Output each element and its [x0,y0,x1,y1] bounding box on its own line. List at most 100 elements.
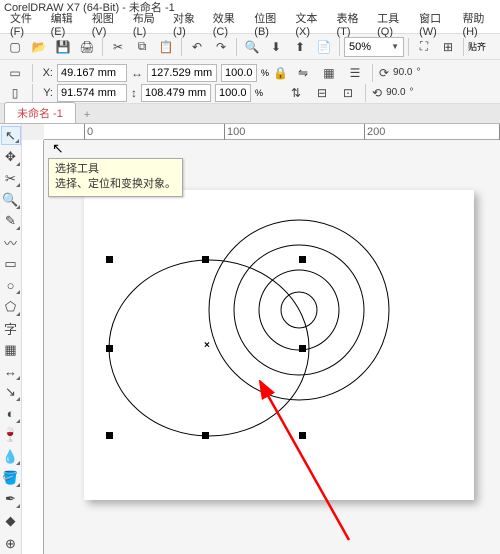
eyedropper-tool[interactable]: 💧 [1,447,21,466]
menu-tools[interactable]: 工具(Q) [371,8,411,40]
page-orientation2[interactable]: ▯ [4,82,26,104]
separator [236,38,237,56]
rotation-1: 90.0 [393,67,412,78]
ruler-tick: 100 [224,124,245,140]
expand-tool[interactable]: ⊕ [1,534,21,553]
fullscreen-button[interactable]: ⛶ [413,36,435,58]
cursor-icon: ↖ [52,140,64,157]
cut-button[interactable]: ✂ [107,36,129,58]
ruler-tick: 200 [364,124,385,140]
selection-handle[interactable] [202,256,209,263]
canvas[interactable]: ↖ 选择工具 选择、定位和变换对象。 × [44,140,500,554]
selection-handle[interactable] [202,432,209,439]
import-button[interactable]: ⬇ [265,36,287,58]
selection-handle[interactable] [299,432,306,439]
import-icon: ⬇ [271,40,281,54]
selection-handle[interactable] [299,345,306,352]
smartfill-tool[interactable]: ◆ [1,511,21,530]
shape-tool[interactable]: ✥ [1,147,21,166]
selection-handle[interactable] [106,256,113,263]
outline-tool[interactable]: ✒ [1,490,21,509]
separator [32,84,33,102]
fullscreen-icon: ⛶ [420,39,428,54]
transparency-tool[interactable]: 🍷 [1,426,21,445]
mirror-h-button[interactable]: ⇋ [292,62,314,84]
publish-button[interactable]: 📄 [313,36,335,58]
text-tool[interactable]: 字 [1,319,21,338]
x-position[interactable]: 49.167 mm [57,64,127,82]
group-button[interactable]: ⊡ [337,82,359,104]
save-button[interactable]: 💾 [52,36,74,58]
menu-help[interactable]: 帮助(H) [456,8,496,40]
export-icon: ⬆ [295,40,305,54]
vertical-ruler[interactable] [22,140,44,554]
publish-icon: 📄 [317,40,332,54]
order-button[interactable]: ☰ [344,62,366,84]
polygon-tool[interactable]: ⬠ [1,297,21,316]
y-position[interactable]: 91.574 mm [57,84,127,102]
width-icon: ↔ [131,66,143,80]
rectangle-tool[interactable]: ▭ [1,254,21,273]
paste-button[interactable]: 📋 [155,36,177,58]
tooltip-title: 选择工具 [55,162,176,177]
search-button[interactable]: 🔍 [241,36,263,58]
page-orientation[interactable]: ▭ [4,62,26,84]
grid-button[interactable]: ⊞ [437,36,459,58]
connector-tool[interactable]: ↘ [1,383,21,402]
selection-center[interactable]: × [204,340,210,351]
table-tool[interactable]: ▦ [1,340,21,359]
page[interactable]: × [84,190,474,500]
paste-icon: 📋 [159,40,174,54]
mirror-v-button[interactable]: ⇅ [285,82,307,104]
open-button[interactable]: 📂 [28,36,50,58]
y-label: Y: [39,87,53,99]
tooltip-desc: 选择、定位和变换对象。 [55,177,176,192]
artistic-tool[interactable]: 〰 [1,233,21,252]
height-input[interactable]: 108.479 mm [141,84,211,102]
zoom-tool[interactable]: 🔍 [1,190,21,209]
separator [339,38,340,56]
width-input[interactable]: 127.529 mm [147,64,217,82]
pick-tool[interactable]: ↖ [1,126,21,145]
crop-tool[interactable]: ✂ [1,169,21,188]
zoom-level[interactable]: 50%▼ [344,37,404,57]
undo-button[interactable]: ↶ [186,36,208,58]
search-icon: 🔍 [245,40,260,54]
orientation2-icon: ▯ [12,86,19,100]
separator [181,38,182,56]
separator [32,64,33,82]
dimension-tool[interactable]: ↔ [1,361,21,380]
lock-icon[interactable]: 🔒 [273,66,288,80]
copy-button[interactable]: ⧉ [131,36,153,58]
pct-unit2: % [255,88,263,98]
fill-tool[interactable]: 🪣 [1,468,21,487]
tab-document[interactable]: 未命名 -1 [4,102,76,123]
export-button[interactable]: ⬆ [289,36,311,58]
zoom-value: 50% [349,41,371,53]
print-button[interactable]: 🖨 [76,36,98,58]
scale-y[interactable]: 100.0 [215,84,251,102]
effects-tool[interactable]: ◐ [1,404,21,423]
selection-handle[interactable] [106,432,113,439]
selection-handle[interactable] [106,345,113,352]
cut-icon: ✂ [113,40,123,54]
document-tabs: 未命名 -1 + [0,104,500,124]
scale-x[interactable]: 100.0 [221,64,257,82]
snap-label[interactable]: 贴齐 [468,40,486,53]
selection-handle[interactable] [299,256,306,263]
orientation-icon: ▭ [9,66,20,80]
separator [463,38,464,56]
ellipse-tool[interactable]: ○ [1,276,21,295]
new-button[interactable]: ▢ [4,36,26,58]
rotate-icon2: ⟲ [372,86,382,100]
menu-table[interactable]: 表格(T) [330,8,369,40]
toolbox: ↖ ✥ ✂ 🔍 ✎ 〰 ▭ ○ ⬠ 字 ▦ ↔ ↘ ◐ 🍷 💧 🪣 ✒ ◆ ⊕ [0,124,22,554]
align-icon: ▦ [323,66,334,80]
freehand-tool[interactable]: ✎ [1,212,21,231]
horizontal-ruler[interactable]: 0 100 200 300 [44,124,500,140]
align-button[interactable]: ▦ [318,62,340,84]
distribute-button[interactable]: ⊟ [311,82,333,104]
redo-button[interactable]: ↷ [210,36,232,58]
tab-add-button[interactable]: + [78,107,96,123]
separator [372,64,373,82]
